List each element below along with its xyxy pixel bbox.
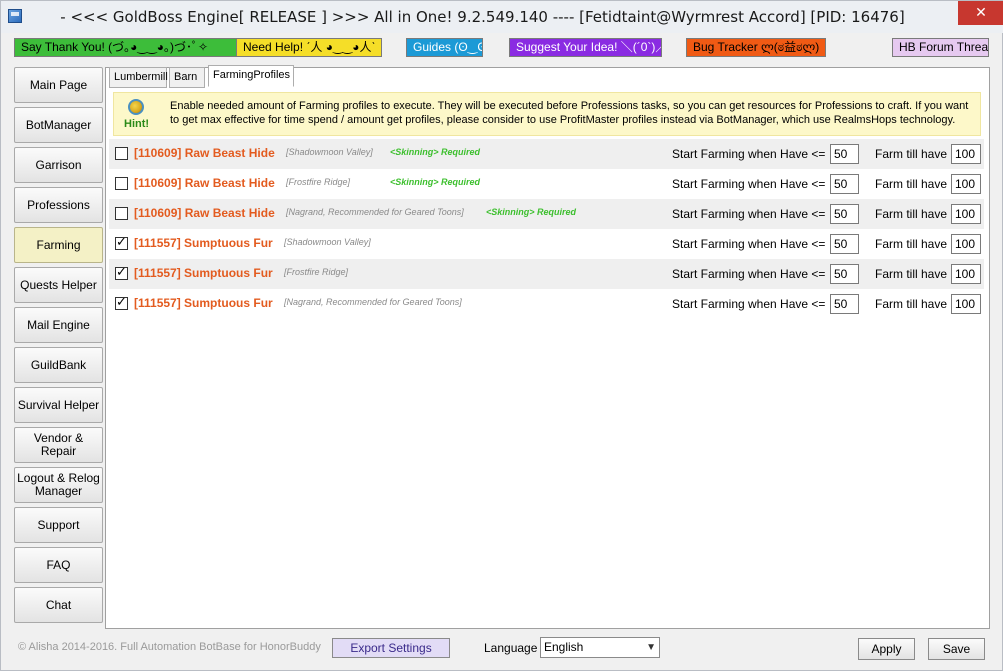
profile-checkbox[interactable] — [115, 177, 128, 190]
start-farming-label: Start Farming when Have <= — [672, 207, 826, 221]
profile-requirement: <Skinning> Required — [390, 177, 481, 187]
profile-requirement: <Skinning> Required — [390, 147, 481, 157]
farm-till-label: Farm till have — [875, 147, 948, 161]
profile-checkbox[interactable] — [115, 265, 128, 280]
profile-row: [111557] Sumptuous Fur [Frostfire Ridge] S… — [109, 259, 984, 289]
tab-farming-profiles[interactable]: FarmingProfiles — [208, 65, 294, 87]
bug-tracker-button[interactable]: Bug Tracker ლ(ಠ益ಠლ) — [686, 38, 826, 57]
copyright-text: © Alisha 2014-2016. Full Automation BotB… — [18, 641, 321, 653]
sidebar-item-logout-relog[interactable]: Logout & Relog Manager — [14, 467, 103, 503]
farm-till-label: Farm till have — [875, 207, 948, 221]
gear-icon — [128, 99, 144, 115]
profile-name: [110609] Raw Beast Hide — [134, 146, 275, 160]
sidebar-item-chat[interactable]: Chat — [14, 587, 103, 623]
farm-till-input[interactable]: 100 — [951, 234, 981, 254]
tab-lumbermill[interactable]: Lumbermill — [109, 67, 168, 88]
farm-till-label: Farm till have — [875, 177, 948, 191]
main-panel: Lumbermill Barn FarmingProfiles Hint! En… — [105, 65, 990, 629]
language-label: Language — [484, 641, 538, 655]
profile-row: [110609] Raw Beast Hide [Shadowmoon Valle… — [109, 139, 984, 169]
guides-button[interactable]: Guides (ʘ‿ʘ) — [406, 38, 483, 57]
sidebar-item-main-page[interactable]: Main Page — [14, 67, 103, 103]
chevron-down-icon: ▼ — [646, 642, 656, 653]
hint-label: Hint! — [124, 118, 150, 130]
sidebar-item-garrison[interactable]: Garrison — [14, 147, 103, 183]
start-farming-input[interactable]: 50 — [830, 174, 859, 194]
sidebar-item-guildbank[interactable]: GuildBank — [14, 347, 103, 383]
export-settings-button[interactable]: Export Settings — [332, 638, 450, 658]
sidebar-item-farming[interactable]: Farming — [14, 227, 103, 263]
farm-till-input[interactable]: 100 — [951, 264, 981, 284]
sidebar-item-faq[interactable]: FAQ — [14, 547, 103, 583]
profile-name: [111557] Sumptuous Fur — [134, 236, 273, 250]
start-farming-input[interactable]: 50 — [830, 264, 859, 284]
start-farming-label: Start Farming when Have <= — [672, 147, 826, 161]
profile-zone: [Frostfire Ridge] — [284, 267, 349, 277]
sidebar-item-botmanager[interactable]: BotManager — [14, 107, 103, 143]
profile-row: [111557] Sumptuous Fur [Nagrand, Recommen… — [109, 289, 984, 319]
start-farming-input[interactable]: 50 — [830, 144, 859, 164]
start-farming-input[interactable]: 50 — [830, 234, 859, 254]
farm-till-input[interactable]: 100 — [951, 174, 981, 194]
profile-zone: [Shadowmoon Valley] — [286, 147, 373, 157]
sidebar-item-mail-engine[interactable]: Mail Engine — [14, 307, 103, 343]
farm-till-input[interactable]: 100 — [951, 294, 981, 314]
sidebar-item-support[interactable]: Support — [14, 507, 103, 543]
profile-checkbox[interactable] — [115, 207, 128, 220]
app-window: - <<< GoldBoss Engine[ RELEASE ] >>> All… — [0, 0, 1003, 671]
start-farming-label: Start Farming when Have <= — [672, 237, 826, 251]
farm-till-label: Farm till have — [875, 267, 948, 281]
window-title: - <<< GoldBoss Engine[ RELEASE ] >>> All… — [60, 8, 905, 26]
tab-barn[interactable]: Barn — [169, 67, 205, 88]
profile-zone: [Nagrand, Recommended for Geared Toons] — [286, 207, 464, 217]
language-select[interactable]: English ▼ — [540, 637, 660, 658]
suggest-idea-button[interactable]: Suggest Your Idea! ＼(´0`)／ — [509, 38, 662, 57]
say-thank-you-button[interactable]: Say Thank You! (づ｡◕‿‿◕｡)づ･ﾟ✧ — [14, 38, 239, 57]
sidebar-item-quests-helper[interactable]: Quests Helper — [14, 267, 103, 303]
farm-till-label: Farm till have — [875, 297, 948, 311]
profile-zone: [Shadowmoon Valley] — [284, 237, 371, 247]
profile-name: [110609] Raw Beast Hide — [134, 206, 275, 220]
close-button[interactable]: ✕ — [958, 1, 1003, 25]
profile-requirement: <Skinning> Required — [486, 207, 577, 217]
profile-name: [111557] Sumptuous Fur — [134, 296, 273, 310]
need-help-button[interactable]: Need Help! ˊ人 ◕‿‿◕人ˋ — [236, 38, 382, 57]
hint-text: Enable needed amount of Farming profiles… — [170, 100, 969, 126]
start-farming-label: Start Farming when Have <= — [672, 297, 826, 311]
profile-checkbox[interactable] — [115, 235, 128, 250]
profile-row: [111557] Sumptuous Fur [Shadowmoon Valley… — [109, 229, 984, 259]
sidebar-item-survival-helper[interactable]: Survival Helper — [14, 387, 103, 423]
profile-zone: [Frostfire Ridge] — [286, 177, 351, 187]
profile-row: [110609] Raw Beast Hide [Frostfire Ridge]… — [109, 169, 984, 199]
apply-button[interactable]: Apply — [858, 638, 915, 660]
farm-till-input[interactable]: 100 — [951, 144, 981, 164]
sidebar-item-vendor-repair[interactable]: Vendor & Repair — [14, 427, 103, 463]
language-value: English — [544, 640, 584, 654]
profile-zone: [Nagrand, Recommended for Geared Toons] — [284, 297, 462, 307]
save-button[interactable]: Save — [928, 638, 985, 660]
title-bar: - <<< GoldBoss Engine[ RELEASE ] >>> All… — [1, 1, 1003, 33]
start-farming-label: Start Farming when Have <= — [672, 177, 826, 191]
start-farming-input[interactable]: 50 — [830, 204, 859, 224]
hint-box: Hint! Enable needed amount of Farming pr… — [113, 92, 981, 136]
farm-till-label: Farm till have — [875, 237, 948, 251]
hb-forum-thread-button[interactable]: HB Forum Thread — [892, 38, 989, 57]
profile-checkbox[interactable] — [115, 147, 128, 160]
start-farming-input[interactable]: 50 — [830, 294, 859, 314]
start-farming-label: Start Farming when Have <= — [672, 267, 826, 281]
profile-name: [111557] Sumptuous Fur — [134, 266, 273, 280]
profile-checkbox[interactable] — [115, 295, 128, 310]
sidebar-item-professions[interactable]: Professions — [14, 187, 103, 223]
profile-name: [110609] Raw Beast Hide — [134, 176, 275, 190]
farm-till-input[interactable]: 100 — [951, 204, 981, 224]
profile-row: [110609] Raw Beast Hide [Nagrand, Recomme… — [109, 199, 984, 229]
